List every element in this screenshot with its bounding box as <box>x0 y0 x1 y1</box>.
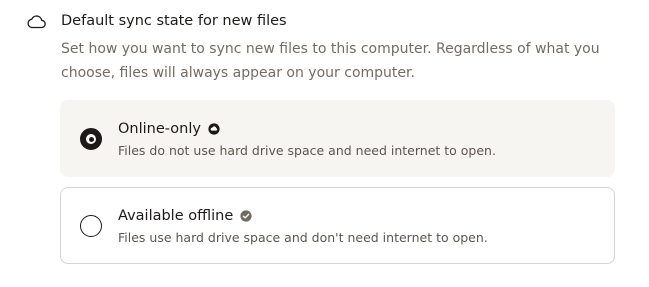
available-offline-option[interactable]: Available offline Files use hard drive s… <box>60 187 615 264</box>
online-only-option[interactable]: Online-only Files do not use hard drive … <box>60 100 615 177</box>
section-title: Default sync state for new files <box>61 13 287 29</box>
available-offline-title: Available offline <box>118 206 252 226</box>
online-only-label: Online-only <box>118 121 201 137</box>
online-only-cloud-icon <box>208 123 220 135</box>
online-only-radio[interactable] <box>80 128 102 150</box>
available-offline-description: Files use hard drive space and don't nee… <box>118 230 488 245</box>
online-only-title: Online-only <box>118 119 220 139</box>
online-only-description: Files do not use hard drive space and ne… <box>118 143 496 158</box>
cloud-icon <box>27 15 46 29</box>
section-description: Set how you want to sync new files to th… <box>61 41 600 81</box>
available-offline-check-icon <box>240 210 252 222</box>
available-offline-radio[interactable] <box>80 215 102 237</box>
available-offline-label: Available offline <box>118 208 234 224</box>
